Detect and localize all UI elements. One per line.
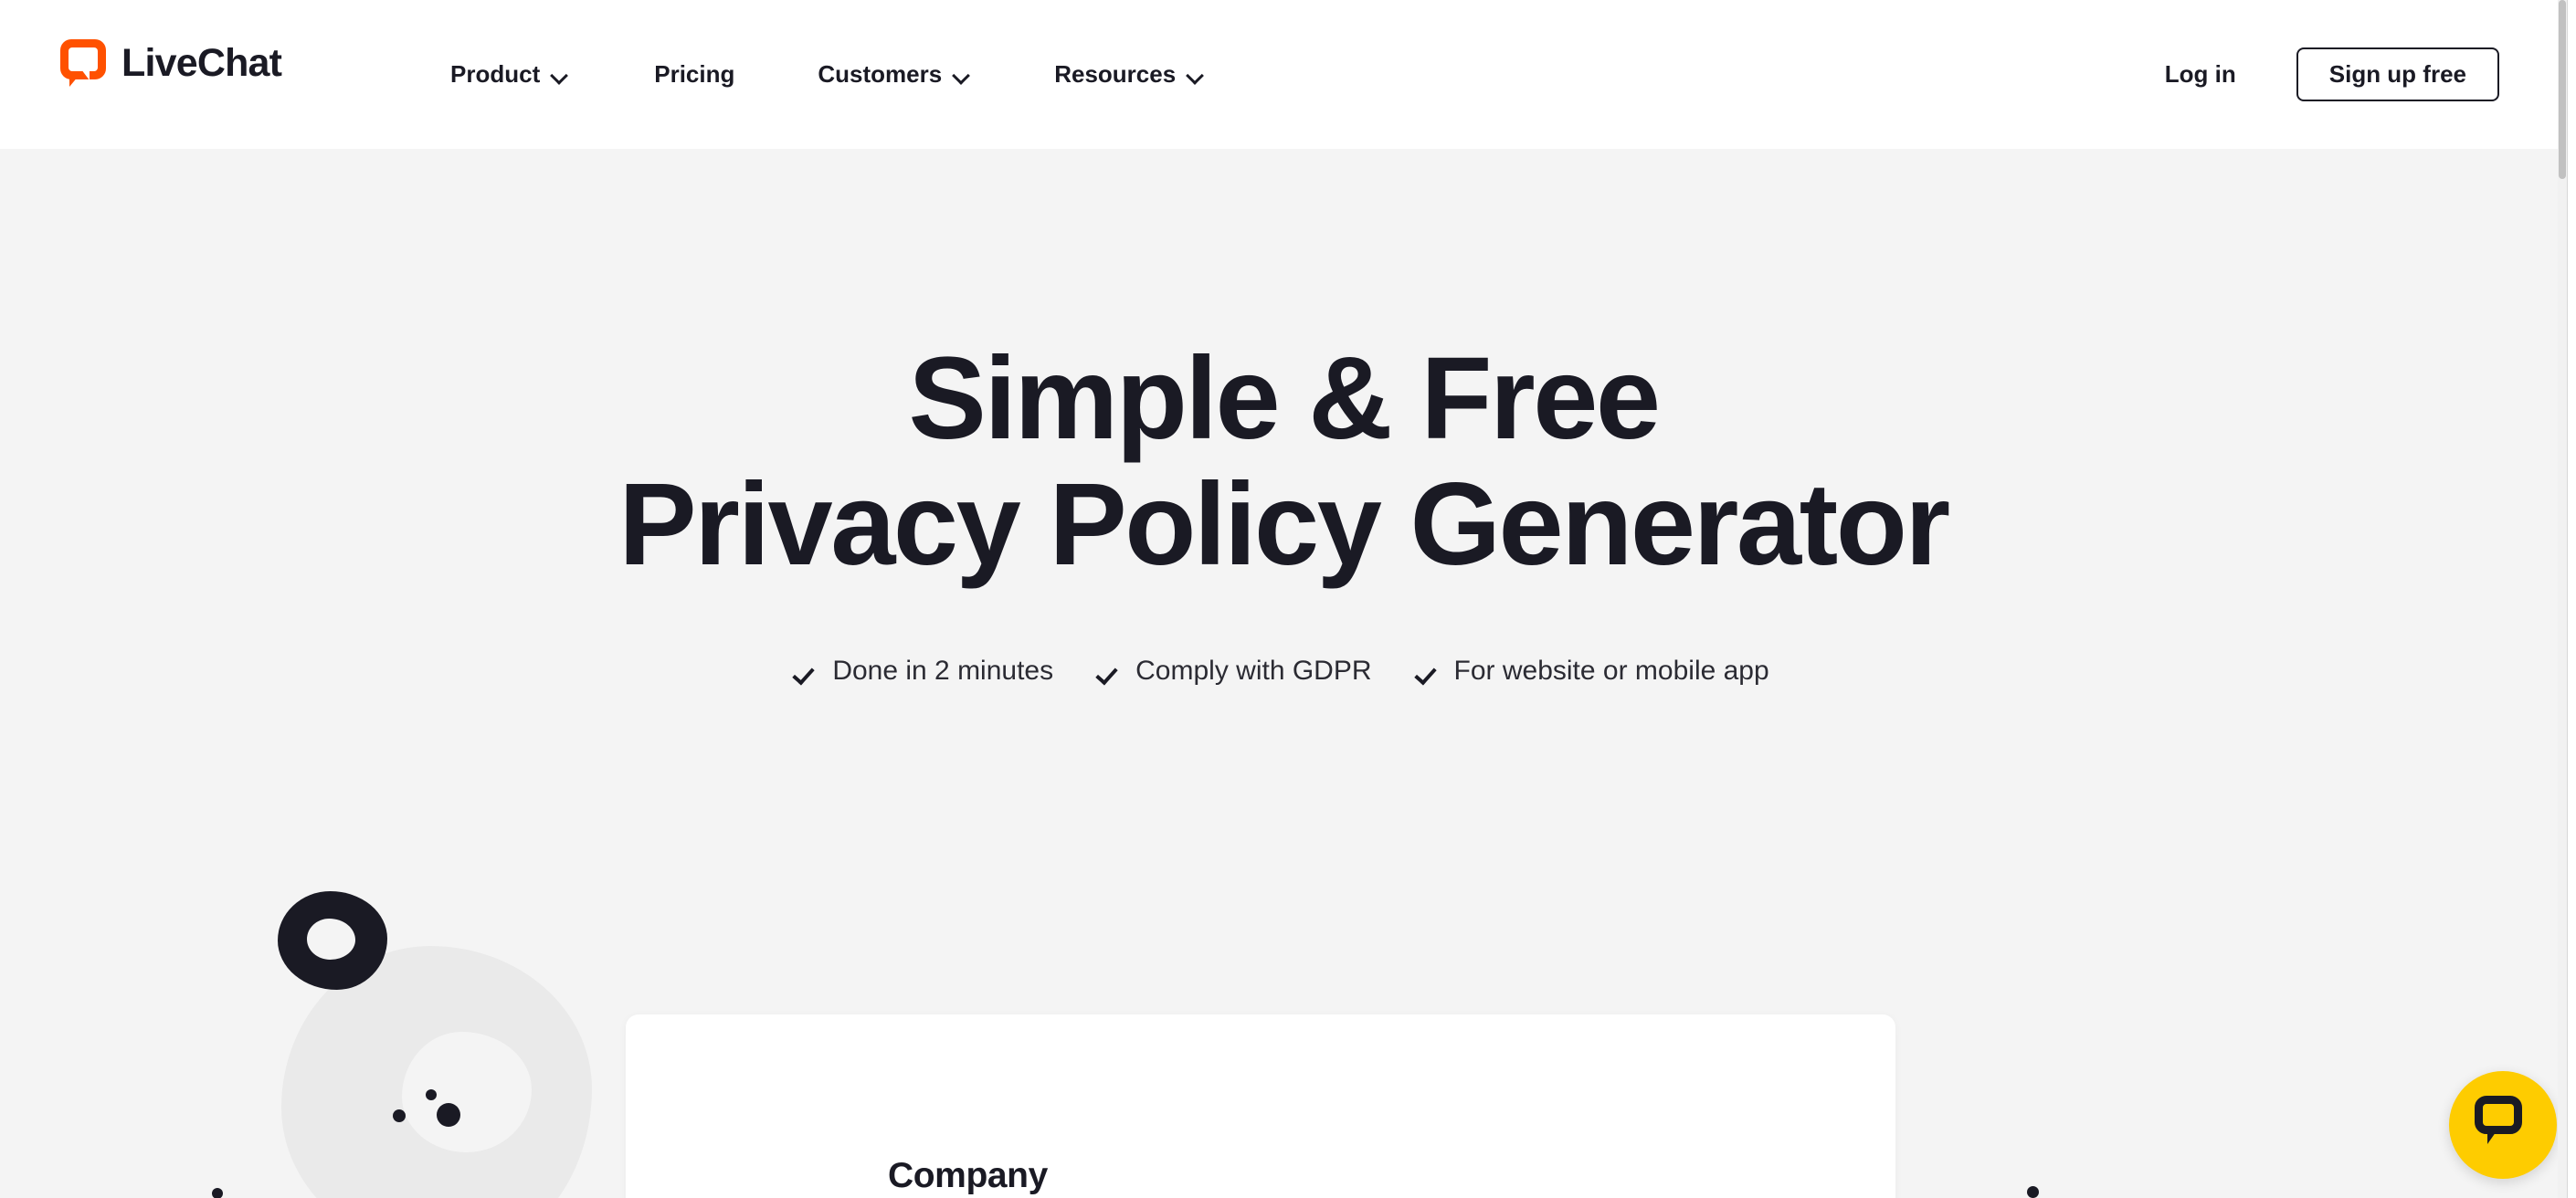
privacy-policy-form-card: Company Full company name * ? 협성철강회사 (626, 1014, 1895, 1198)
livechat-logo[interactable]: LiveChat (60, 39, 282, 87)
form-section-title: Company (888, 1156, 1048, 1195)
check-icon (1101, 666, 1121, 678)
decorative-dot (212, 1188, 223, 1198)
decorative-dot (393, 1109, 406, 1122)
nav-item-pricing-label: Pricing (654, 60, 735, 88)
check-icon (797, 666, 818, 678)
signup-free-button[interactable]: Sign up free (2296, 47, 2499, 101)
decorative-blob-hole (402, 1032, 532, 1152)
nav-item-product-label: Product (450, 60, 541, 88)
decorative-dot (2027, 1186, 2039, 1198)
decorative-dot (426, 1089, 437, 1100)
chat-bubble-icon (2475, 1096, 2531, 1152)
nav-item-pricing[interactable]: Pricing (654, 60, 734, 89)
vertical-scrollbar-track[interactable] (2558, 0, 2567, 1198)
hero-section: Simple & Free Privacy Policy Generator D… (0, 149, 2567, 1198)
benefit-item: Done in 2 minutes (797, 656, 1053, 687)
chevron-down-icon (1188, 69, 1205, 79)
vertical-scrollbar-thumb[interactable] (2559, 0, 2566, 179)
benefits-list: Done in 2 minutes Comply with GDPR For w… (0, 656, 2567, 687)
benefit-item: For website or mobile app (1420, 656, 1769, 687)
window-edge-strip (2567, 0, 2576, 1198)
decorative-dot (437, 1103, 460, 1127)
nav-item-customers-label: Customers (818, 60, 943, 88)
benefit-label: For website or mobile app (1453, 656, 1769, 686)
nav-item-resources-label: Resources (1054, 60, 1177, 88)
logo-text: LiveChat (121, 40, 282, 85)
decorative-ring-hole (307, 919, 355, 960)
nav-item-product[interactable]: Product (450, 60, 569, 89)
page-title-line-1: Simple & Free (908, 333, 1661, 464)
livechat-speech-bubble-icon (60, 39, 106, 87)
chevron-down-icon (552, 69, 569, 79)
open-chat-button[interactable] (2449, 1071, 2557, 1179)
site-header: LiveChat Product Pricing Customers Resou… (0, 0, 2567, 149)
main-navigation: Product Pricing Customers Resources (450, 0, 1205, 149)
login-link[interactable]: Log in (2165, 60, 2236, 89)
benefit-item: Comply with GDPR (1101, 656, 1371, 687)
header-actions: Log in Sign up free (2165, 0, 2499, 149)
benefit-label: Comply with GDPR (1135, 656, 1372, 686)
window-edge-divider (2567, 0, 2568, 1198)
page-title-line-2: Privacy Policy Generator (618, 459, 1950, 591)
page-title: Simple & Free Privacy Policy Generator (0, 333, 2567, 591)
page-root: LiveChat Product Pricing Customers Resou… (0, 0, 2576, 1198)
benefit-label: Done in 2 minutes (832, 656, 1054, 686)
chevron-down-icon (954, 69, 971, 79)
check-icon (1420, 666, 1440, 678)
nav-item-customers[interactable]: Customers (818, 60, 971, 89)
nav-item-resources[interactable]: Resources (1054, 60, 1205, 89)
